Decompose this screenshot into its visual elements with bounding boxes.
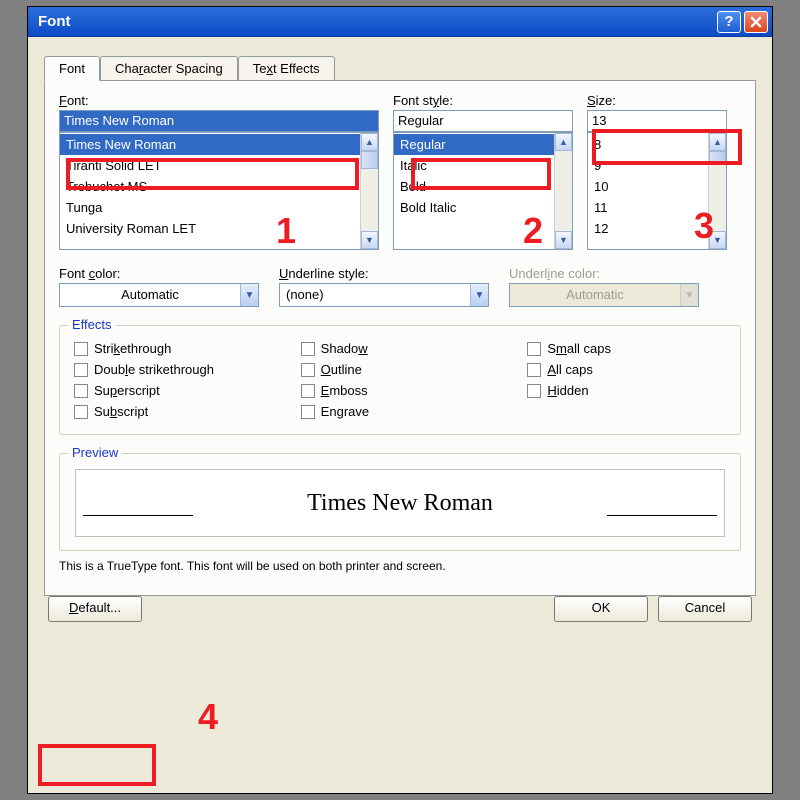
underline-style-combo[interactable]: (none) ▼ [279,283,489,307]
default-button[interactable]: Default... [48,596,142,622]
list-item[interactable]: 10 [588,176,708,197]
list-item[interactable]: Times New Roman [60,134,360,155]
font-input[interactable]: Times New Roman [59,110,379,132]
style-scrollbar[interactable]: ▲ ▼ [554,133,572,249]
window-title: Font [38,13,70,30]
size-scrollbar[interactable]: ▲ ▼ [708,133,726,249]
checkbox-label: Subscript [94,404,148,419]
chevron-up-icon[interactable]: ▲ [709,133,726,151]
checkbox-label: Hidden [547,383,588,398]
effect-checkbox[interactable]: Superscript [74,380,273,401]
list-item[interactable]: 8 [588,134,708,155]
checkbox-icon [527,384,541,398]
tab-character-spacing[interactable]: Character Spacing [100,56,238,81]
checkbox-icon [74,405,88,419]
list-item[interactable]: Tunga [60,197,360,218]
list-item[interactable]: 12 [588,218,708,239]
preview-group: Preview Times New Roman [59,453,741,551]
preview-title: Preview [68,445,122,460]
help-button[interactable]: ? [717,11,741,33]
effect-checkbox[interactable]: Hidden [527,380,726,401]
font-scrollbar[interactable]: ▲ ▼ [360,133,378,249]
checkbox-label: Emboss [321,383,368,398]
chevron-down-icon: ▼ [680,284,698,306]
chevron-down-icon[interactable]: ▼ [709,231,726,249]
checkbox-icon [301,342,315,356]
checkbox-label: Superscript [94,383,160,398]
size-input[interactable]: 13 [587,110,727,132]
preview-box: Times New Roman [74,468,726,538]
close-button[interactable] [744,11,768,33]
effect-checkbox[interactable]: Shadow [301,338,500,359]
checkbox-icon [527,342,541,356]
effect-checkbox[interactable]: Small caps [527,338,726,359]
cancel-button[interactable]: Cancel [658,596,752,622]
checkbox-label: Shadow [321,341,368,356]
close-icon [750,16,762,28]
font-color-combo[interactable]: Automatic ▼ [59,283,259,307]
chevron-up-icon[interactable]: ▲ [361,133,378,151]
list-item[interactable]: Italic [394,155,554,176]
checkbox-icon [74,384,88,398]
underline-style-label: Underline style: [279,266,489,281]
effect-checkbox[interactable]: Double strikethrough [74,359,273,380]
size-listbox[interactable]: 8 9 10 11 12 ▲ ▼ [587,132,727,250]
effect-checkbox[interactable]: All caps [527,359,726,380]
effects-title: Effects [68,317,116,332]
effects-group: Effects StrikethroughDouble strikethroug… [59,325,741,435]
chevron-down-icon[interactable]: ▼ [555,231,572,249]
checkbox-icon [74,342,88,356]
font-listbox[interactable]: Times New Roman Tiranti Solid LET Trebuc… [59,132,379,250]
font-style-listbox[interactable]: Regular Italic Bold Bold Italic ▲ ▼ [393,132,573,250]
preview-text: Times New Roman [307,490,493,517]
chevron-down-icon[interactable]: ▼ [240,284,258,306]
effect-checkbox[interactable]: Emboss [301,380,500,401]
font-color-label: Font color: [59,266,259,281]
underline-color-label: Underline color: [509,266,699,281]
size-label: Size: [587,93,727,108]
font-description: This is a TrueType font. This font will … [59,559,741,573]
tab-text-effects[interactable]: Text Effects [238,56,335,81]
effect-checkbox[interactable]: Strikethrough [74,338,273,359]
tab-font[interactable]: Font [44,56,100,81]
checkbox-icon [301,405,315,419]
chevron-up-icon[interactable]: ▲ [555,133,572,151]
tab-panel-font: Font: Times New Roman Times New Roman Ti… [44,80,756,596]
ok-button[interactable]: OK [554,596,648,622]
checkbox-icon [301,363,315,377]
font-label: Font: [59,93,379,108]
list-item[interactable]: Tiranti Solid LET [60,155,360,176]
checkbox-icon [527,363,541,377]
list-item[interactable]: Bold Italic [394,197,554,218]
list-item[interactable]: 9 [588,155,708,176]
checkbox-label: Engrave [321,404,369,419]
titlebar: Font ? [28,7,772,37]
underline-color-combo: Automatic ▼ [509,283,699,307]
checkbox-label: Small caps [547,341,611,356]
checkbox-label: All caps [547,362,593,377]
chevron-down-icon[interactable]: ▼ [361,231,378,249]
list-item[interactable]: Regular [394,134,554,155]
checkbox-icon [301,384,315,398]
font-style-label: Font style: [393,93,573,108]
checkbox-label: Strikethrough [94,341,171,356]
checkbox-label: Outline [321,362,362,377]
chevron-down-icon[interactable]: ▼ [470,284,488,306]
list-item[interactable]: Bold [394,176,554,197]
list-item[interactable]: Trebuchet MS [60,176,360,197]
checkbox-icon [74,363,88,377]
effect-checkbox[interactable]: Subscript [74,401,273,422]
font-style-input[interactable]: Regular [393,110,573,132]
checkbox-label: Double strikethrough [94,362,214,377]
list-item[interactable]: University Roman LET [60,218,360,239]
list-item[interactable]: 11 [588,197,708,218]
effect-checkbox[interactable]: Engrave [301,401,500,422]
font-dialog: Font ? Font Character Spacing Text Effec… [27,6,773,794]
effect-checkbox[interactable]: Outline [301,359,500,380]
